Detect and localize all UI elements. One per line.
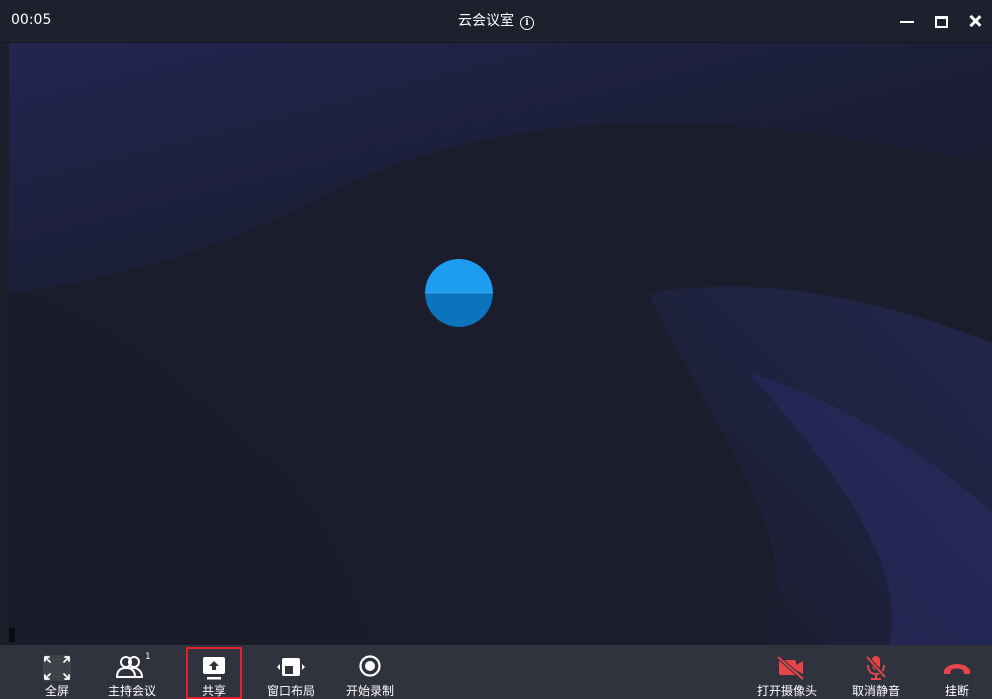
avatar-icon — [425, 259, 493, 327]
host-meeting-button[interactable]: 1 主持会议 — [108, 645, 156, 699]
turn-on-camera-label: 打开摄像头 — [757, 684, 818, 698]
fullscreen-label: 全屏 — [44, 684, 69, 698]
info-circle-icon[interactable]: i — [520, 16, 534, 30]
share-label: 共享 — [201, 684, 226, 698]
participants-icon: 1 — [112, 652, 152, 683]
start-recording-button[interactable]: 开始录制 — [346, 645, 394, 699]
minimize-icon — [900, 21, 914, 23]
hangup-icon — [937, 653, 977, 683]
unmute-label: 取消静音 — [852, 684, 901, 698]
record-icon — [350, 653, 390, 683]
fullscreen-icon — [37, 653, 77, 683]
hang-up-label: 挂断 — [944, 684, 969, 698]
fullscreen-button[interactable]: 全屏 — [37, 645, 77, 699]
participant-count-badge: 1 — [145, 652, 151, 662]
share-screen-icon — [194, 653, 234, 683]
minimize-button[interactable] — [890, 0, 924, 42]
unmute-button[interactable]: 取消静音 — [852, 645, 900, 699]
window-title: 云会议室 i — [0, 12, 992, 30]
share-button[interactable]: 共享 — [194, 645, 234, 699]
close-icon — [968, 14, 982, 28]
mic-muted-icon — [856, 653, 896, 683]
host-meeting-label: 主持会议 — [108, 684, 157, 698]
window-layout-icon — [271, 653, 311, 683]
camera-off-icon — [770, 653, 810, 683]
meeting-window: 00:05 云会议室 i 全屏 1 主持会议 共享 窗口布局 开始录制 打开摄像… — [0, 0, 992, 699]
maximize-button[interactable] — [924, 0, 958, 42]
meeting-toolbar: 全屏 1 主持会议 共享 窗口布局 开始录制 打开摄像头 取消静音 挂断 — [0, 645, 992, 699]
turn-on-camera-button[interactable]: 打开摄像头 — [757, 645, 817, 699]
close-button[interactable] — [958, 0, 992, 42]
start-recording-label: 开始录制 — [346, 684, 395, 698]
hang-up-button[interactable]: 挂断 — [937, 645, 977, 699]
corner-mark — [9, 628, 15, 642]
window-layout-label: 窗口布局 — [267, 684, 316, 698]
participant-avatar — [425, 259, 493, 327]
video-stage — [9, 43, 992, 645]
stage-background — [9, 43, 992, 645]
window-controls — [890, 0, 992, 42]
maximize-icon — [935, 16, 948, 28]
title-bar: 00:05 云会议室 i — [0, 0, 992, 43]
meeting-title: 云会议室 — [458, 13, 514, 29]
window-layout-button[interactable]: 窗口布局 — [267, 645, 315, 699]
left-edge — [0, 43, 9, 645]
